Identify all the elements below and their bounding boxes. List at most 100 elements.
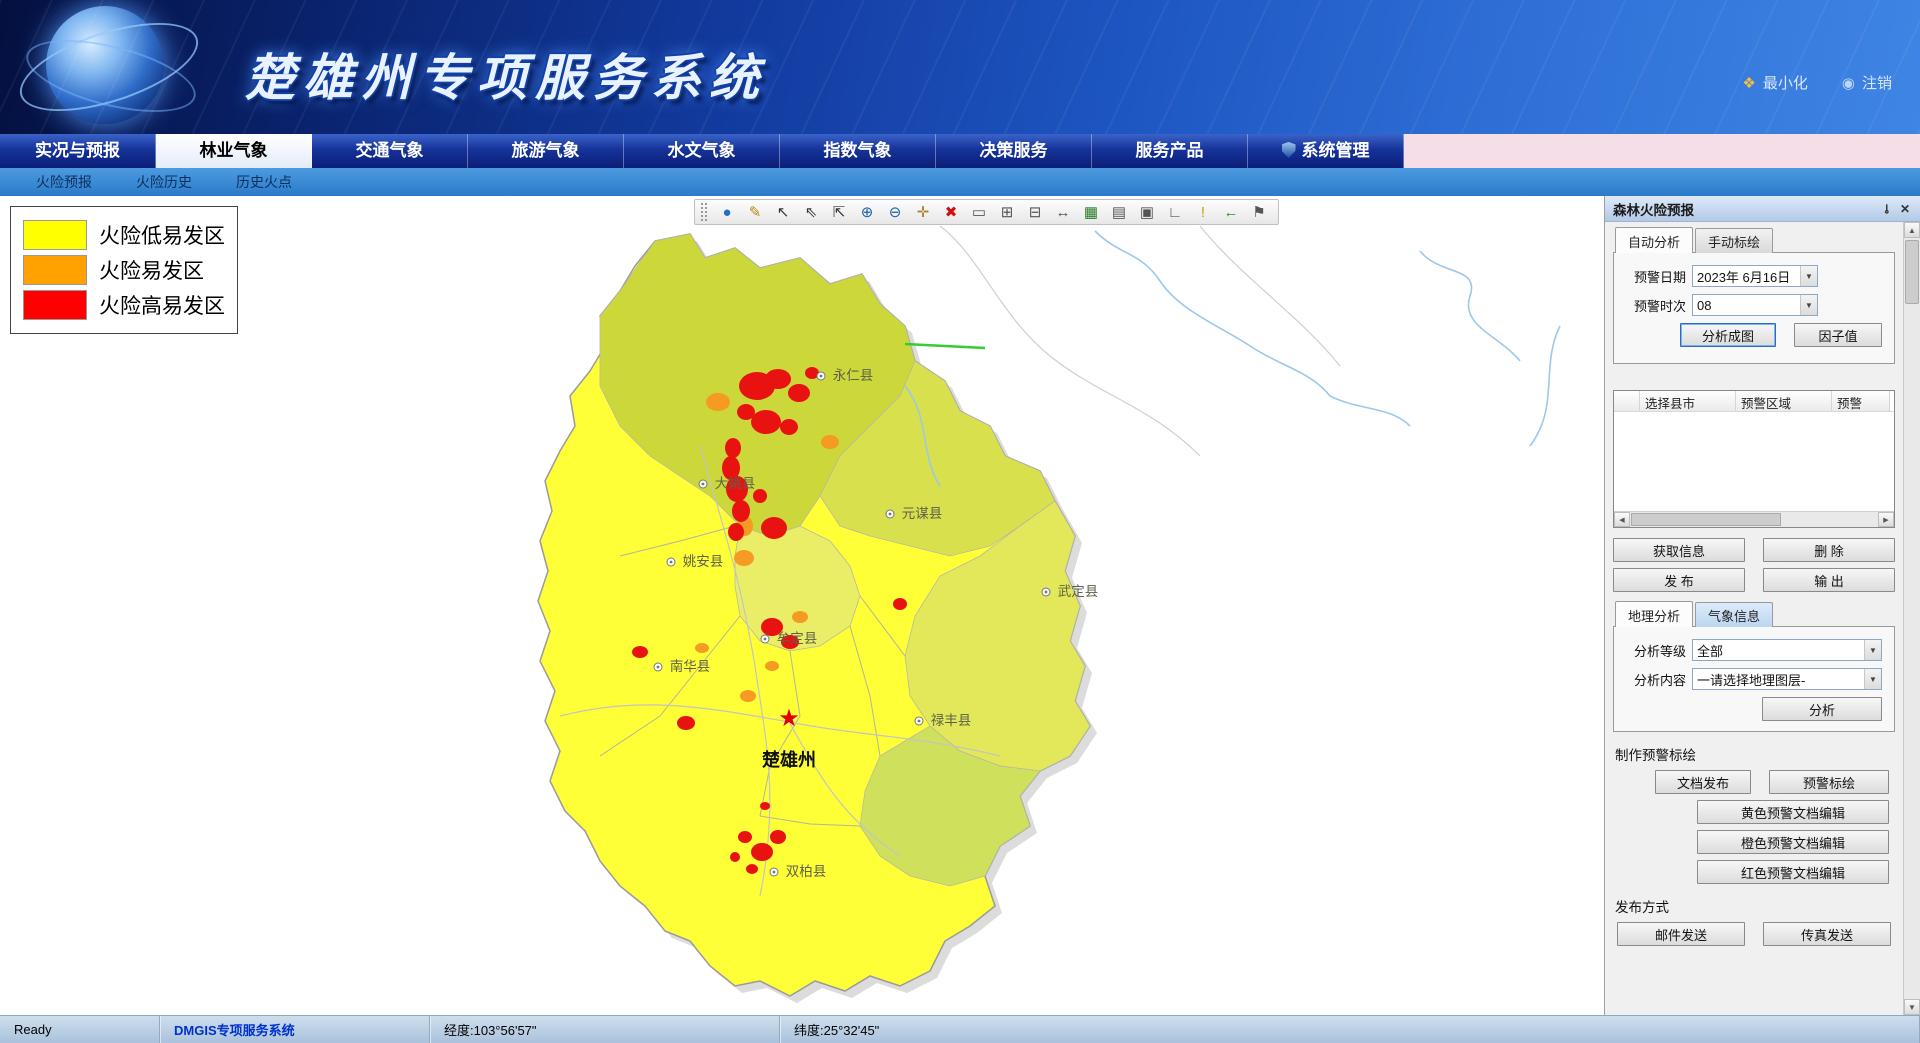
analysis-level-label: 分析等级 (1620, 641, 1692, 660)
app-header: 楚雄州专项服务系统 ❖ 最小化 ◉ 注销 (0, 0, 1920, 134)
close-icon[interactable]: ✕ (1896, 200, 1914, 218)
yellow-doc-button[interactable]: 黄色预警文档编辑 (1697, 800, 1889, 824)
nav-tab-交通气象[interactable]: 交通气象 (312, 134, 468, 168)
globe-icon[interactable]: ● (714, 201, 740, 223)
nav-tab-实况与预报[interactable]: 实况与预报 (0, 134, 156, 168)
table-column-选择县市[interactable]: 选择县市 (1640, 391, 1736, 411)
fire-risk-high-blob (677, 716, 695, 730)
layers-icon[interactable]: ▤ (1106, 201, 1132, 223)
logout-button[interactable]: ◉ 注销 (1842, 72, 1892, 93)
legend-label: 火险易发区 (99, 255, 204, 285)
legend-label: 火险低易发区 (99, 220, 225, 250)
nav-tab-服务产品[interactable]: 服务产品 (1092, 134, 1248, 168)
district-label: 姚安县 (683, 554, 724, 569)
subnav-item-火险历史[interactable]: 火险历史 (114, 168, 214, 196)
logout-label: 注销 (1862, 72, 1892, 93)
fire-risk-high-blob (788, 384, 810, 402)
subnav-item-历史火点[interactable]: 历史火点 (214, 168, 314, 196)
nav-tab-label: 指数气象 (824, 141, 892, 160)
select-clear-icon[interactable]: ⇱ (826, 201, 852, 223)
output-button[interactable]: 输 出 (1763, 568, 1895, 592)
fire-risk-high-blob (632, 646, 648, 658)
warn-date-select[interactable]: 2023年 6月16日 ▼ (1692, 265, 1818, 287)
analysis-content-select[interactable]: 一请选择地理图层- ▼ (1692, 668, 1882, 690)
nav-tab-系统管理[interactable]: 系统管理 (1248, 134, 1404, 168)
status-ready: Ready (0, 1016, 160, 1043)
zoom-out-icon[interactable]: ⊖ (882, 201, 908, 223)
nav-tab-水文气象[interactable]: 水文气象 (624, 134, 780, 168)
district-label: 禄丰县 (931, 713, 972, 728)
get-info-button[interactable]: 获取信息 (1613, 538, 1745, 562)
identify-icon[interactable]: ! (1190, 201, 1216, 223)
panel-vertical-scrollbar[interactable]: ▲ ▼ (1903, 222, 1920, 1015)
measure-icon[interactable]: ↔ (1050, 201, 1076, 223)
nav-tab-指数气象[interactable]: 指数气象 (780, 134, 936, 168)
full-extent-icon[interactable]: ▭ (966, 201, 992, 223)
panel-title-bar: 森林火险预报 ⊸ ✕ (1605, 196, 1920, 222)
scroll-thumb[interactable] (1631, 513, 1781, 526)
red-doc-button[interactable]: 红色预警文档编辑 (1697, 860, 1889, 884)
back-icon[interactable]: ← (1218, 201, 1244, 223)
pan-icon[interactable]: ✛ (910, 201, 936, 223)
analysis-level-select[interactable]: 全部 ▼ (1692, 639, 1882, 661)
nav-tab-label: 旅游气象 (512, 141, 580, 160)
tab-气象信息[interactable]: 气象信息 (1695, 602, 1773, 627)
tab-手动标绘[interactable]: 手动标绘 (1695, 228, 1773, 253)
scroll-left-icon[interactable]: ◀ (1614, 512, 1630, 527)
analysis-tab-strip: 自动分析手动标绘 (1615, 228, 1895, 253)
print-icon[interactable]: ▣ (1134, 201, 1160, 223)
chevron-down-icon: ▼ (1864, 669, 1881, 689)
draw-icon[interactable]: ✎ (742, 201, 768, 223)
publish-button[interactable]: 发 布 (1613, 568, 1745, 592)
table-column-预警[interactable]: 预警 (1832, 391, 1890, 411)
table-column-blank[interactable] (1614, 391, 1640, 411)
nav-tab-label: 实况与预报 (35, 141, 120, 160)
town-marker-dot (889, 513, 892, 516)
publish-method-label: 发布方式 (1615, 896, 1895, 916)
map-canvas[interactable]: 永仁县大姚县元谋县姚安县武定县牟定县南华县禄丰县双柏县★楚雄州 (0, 196, 1604, 1015)
analyze-map-button[interactable]: 分析成图 (1680, 323, 1776, 347)
subnav-item-火险预报[interactable]: 火险预报 (14, 168, 114, 196)
river-line (1530, 326, 1560, 446)
select-arrow-icon[interactable]: ↖ (770, 201, 796, 223)
analyze-button[interactable]: 分析 (1762, 697, 1882, 721)
fax-send-button[interactable]: 传真发送 (1763, 922, 1891, 946)
fixed-zoom-in-icon[interactable]: ⊞ (994, 201, 1020, 223)
scroll-down-icon[interactable]: ▼ (1904, 999, 1920, 1015)
table-column-预警区域[interactable]: 预警区域 (1736, 391, 1832, 411)
fire-risk-medium-blob (792, 611, 808, 623)
orange-doc-button[interactable]: 橙色预警文档编辑 (1697, 830, 1889, 854)
flag-icon[interactable]: ⚑ (1246, 201, 1272, 223)
minimize-button[interactable]: ❖ 最小化 (1742, 72, 1807, 93)
tab-地理分析[interactable]: 地理分析 (1615, 601, 1693, 627)
toolbar-grip[interactable] (701, 203, 707, 221)
town-marker-dot (773, 871, 776, 874)
clear-selection-icon[interactable]: ✖ (938, 201, 964, 223)
doc-publish-button[interactable]: 文档发布 (1655, 770, 1751, 794)
warning-table-body[interactable] (1614, 412, 1894, 508)
nav-tab-决策服务[interactable]: 决策服务 (936, 134, 1092, 168)
nav-tab-label: 交通气象 (356, 141, 424, 160)
email-send-button[interactable]: 邮件发送 (1617, 922, 1745, 946)
fire-risk-high-blob (770, 830, 786, 844)
scroll-right-icon[interactable]: ▶ (1878, 512, 1894, 527)
zoom-in-icon[interactable]: ⊕ (854, 201, 880, 223)
nav-tab-林业气象[interactable]: 林业气象 (156, 134, 312, 168)
pin-icon[interactable]: ⊸ (1878, 200, 1896, 218)
nav-tab-旅游气象[interactable]: 旅游气象 (468, 134, 624, 168)
tab-自动分析[interactable]: 自动分析 (1615, 227, 1693, 253)
status-system-link[interactable]: DMGIS专项服务系统 (160, 1016, 430, 1043)
delete-button[interactable]: 删 除 (1763, 538, 1895, 562)
chart-icon[interactable]: ▦ (1078, 201, 1104, 223)
warning-table-header: 选择县市预警区域预警 (1614, 391, 1894, 412)
warn-time-label: 预警时次 (1620, 296, 1692, 315)
warning-marking-button[interactable]: 预警标绘 (1769, 770, 1889, 794)
select-add-icon[interactable]: ⇖ (798, 201, 824, 223)
factor-value-button[interactable]: 因子值 (1794, 323, 1882, 347)
angle-measure-icon[interactable]: ∟ (1162, 201, 1188, 223)
table-horizontal-scrollbar[interactable]: ◀ ▶ (1614, 511, 1894, 527)
scroll-up-icon[interactable]: ▲ (1904, 222, 1920, 238)
fixed-zoom-out-icon[interactable]: ⊟ (1022, 201, 1048, 223)
warn-time-select[interactable]: 08 ▼ (1692, 294, 1818, 316)
scroll-thumb[interactable] (1905, 240, 1919, 304)
